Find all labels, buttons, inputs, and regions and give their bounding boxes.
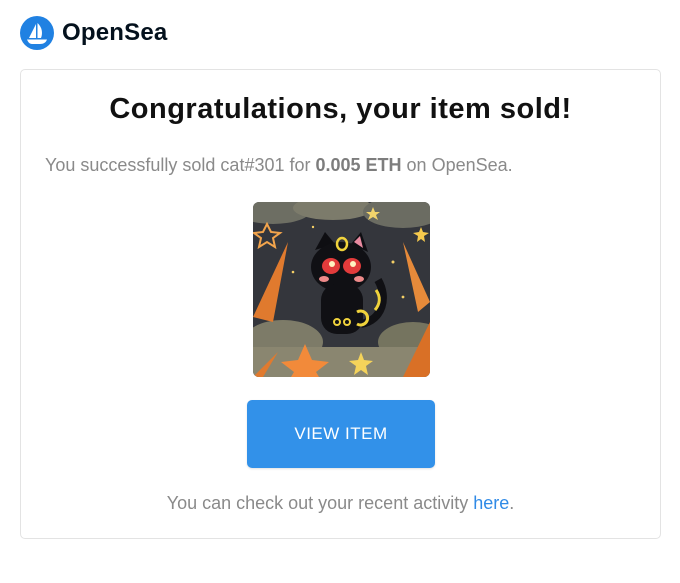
sale-price: 0.005 ETH — [315, 155, 402, 175]
sale-message-suffix: on OpenSea. — [401, 155, 513, 175]
opensea-logo-icon[interactable] — [20, 16, 54, 50]
recent-activity-link[interactable]: here — [473, 493, 509, 513]
recent-activity-text: You can check out your recent activity h… — [21, 493, 660, 514]
nft-item-image[interactable] — [253, 202, 430, 377]
footer-text-prefix: You can check out your recent activity — [166, 493, 474, 513]
email-card: Congratulations, your item sold! You suc… — [20, 69, 661, 539]
brand-name: OpenSea — [62, 19, 168, 46]
sale-message: You successfully sold cat#301 for 0.005 … — [45, 155, 513, 176]
view-item-button[interactable]: VIEW ITEM — [247, 400, 435, 468]
page-title: Congratulations, your item sold! — [109, 93, 572, 125]
sale-message-prefix: You successfully sold cat#301 for — [45, 155, 316, 175]
footer-text-suffix: . — [509, 493, 515, 513]
email-header: OpenSea — [20, 14, 167, 52]
